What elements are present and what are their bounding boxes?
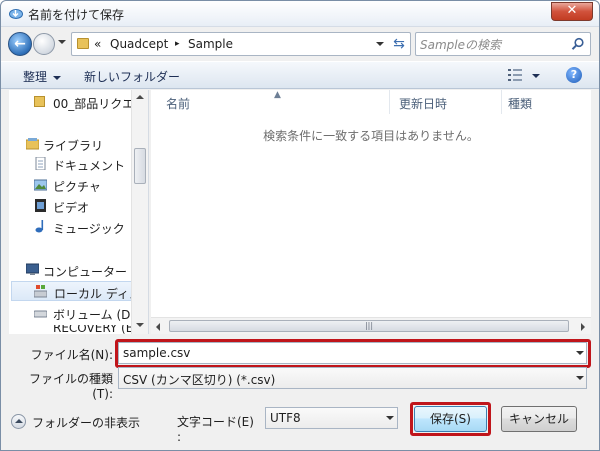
- encoding-select[interactable]: UTF8: [265, 407, 398, 429]
- column-header-name[interactable]: 名前: [166, 95, 190, 112]
- nav-item-computer[interactable]: コンピューター: [9, 260, 137, 280]
- organize-button[interactable]: 整理: [23, 68, 62, 85]
- nav-item-label: ピクチャ: [53, 180, 101, 194]
- nav-item-music[interactable]: ミュージック: [9, 217, 137, 237]
- filename-highlight: [115, 339, 591, 368]
- new-folder-button[interactable]: 新しいフォルダー: [84, 68, 180, 85]
- back-button[interactable]: ←: [8, 32, 32, 56]
- filename-label: ファイル名(N):: [30, 348, 113, 362]
- encoding-value: UTF8: [270, 411, 301, 425]
- command-bar: 整理 新しいフォルダー ?: [1, 61, 599, 89]
- filetype-label: ファイルの種類(T):: [28, 372, 113, 401]
- cancel-button[interactable]: キャンセル: [501, 406, 577, 432]
- help-icon[interactable]: ?: [566, 67, 582, 83]
- scroll-down-arrow-icon[interactable]: [136, 323, 144, 327]
- address-bar[interactable]: « Quadcept ▸ Sample ⇆: [71, 32, 411, 56]
- search-box: [415, 32, 591, 56]
- recent-locations-dropdown[interactable]: [58, 40, 66, 44]
- nav-item-videos[interactable]: ビデオ: [9, 196, 137, 216]
- encoding-label: 文字コード(E) :: [177, 415, 254, 444]
- cloud-save-icon: [9, 9, 23, 19]
- sort-ascending-icon: ▲: [274, 90, 281, 100]
- hide-folders-label: フォルダーの非表示: [32, 416, 141, 430]
- nav-item-label: 00_部品リクエスト: [53, 97, 137, 111]
- chevron-down-icon: [386, 416, 394, 420]
- nav-item-parts-request[interactable]: 00_部品リクエスト: [9, 92, 137, 112]
- address-dropdown[interactable]: [376, 42, 384, 46]
- file-list-pane[interactable]: ▲ 名前 更新日時 種類 検索条件に一致する項目はありません。 |||: [151, 90, 591, 334]
- picture-icon: [34, 179, 47, 191]
- scroll-thumb[interactable]: [134, 148, 146, 184]
- nav-item-label: ドキュメント: [53, 159, 126, 173]
- collapse-up-icon: [11, 414, 26, 429]
- scroll-left-arrow-icon[interactable]: [156, 323, 160, 331]
- search-icon[interactable]: [571, 37, 585, 51]
- nav-item-pictures[interactable]: ピクチャ: [9, 175, 137, 195]
- column-divider[interactable]: [389, 90, 390, 114]
- filetype-value: CSV (カンマ区切り) (*.csv): [123, 373, 276, 387]
- window-title: 名前を付けて保存: [28, 8, 125, 22]
- nav-item-recovery-e[interactable]: RECOVERY (E:): [9, 325, 137, 334]
- nav-item-label: ビデオ: [53, 201, 90, 215]
- nav-item-label: ボリューム (D:): [53, 308, 137, 322]
- scroll-thumb[interactable]: |||: [169, 320, 569, 332]
- forward-button[interactable]: [33, 33, 55, 55]
- title-bar: 名前を付けて保存 ✕: [1, 1, 599, 27]
- nav-item-documents[interactable]: ドキュメント: [9, 154, 137, 174]
- scroll-right-arrow-icon[interactable]: [581, 323, 585, 331]
- nav-item-label: ライブラリ: [43, 139, 104, 153]
- nav-item-libraries[interactable]: ライブラリ: [9, 134, 137, 154]
- search-input[interactable]: [420, 36, 568, 53]
- local-disk-icon: [34, 285, 47, 298]
- document-icon: [35, 157, 46, 170]
- nav-item-volume-d[interactable]: ボリューム (D:): [9, 303, 137, 323]
- nav-pane-scrollbar[interactable]: [131, 90, 148, 334]
- address-row: ← « Quadcept ▸ Sample ⇆: [1, 28, 599, 60]
- computer-icon: [26, 263, 39, 275]
- breadcrumb-separator: ▸: [175, 39, 180, 49]
- empty-list-message: 検索条件に一致する項目はありません。: [263, 129, 479, 143]
- nav-item-local-disk[interactable]: ローカル ディスク: [11, 281, 139, 301]
- volume-icon: [34, 310, 47, 318]
- refresh-icon[interactable]: ⇆: [390, 36, 408, 52]
- nav-item-label: RECOVERY (E:): [53, 325, 137, 334]
- library-icon: [26, 138, 39, 150]
- column-header-type[interactable]: 種類: [508, 95, 532, 112]
- horizontal-scrollbar[interactable]: |||: [151, 317, 591, 334]
- navigation-pane: 00_部品リクエスト ライブラリ ドキュメント ピクチャ ビデオ ミュージック …: [9, 90, 149, 334]
- chevron-down-icon: [53, 75, 62, 80]
- breadcrumb-quadcept[interactable]: Quadcept: [110, 37, 168, 51]
- save-button-highlight: [410, 402, 491, 436]
- folder-icon: [77, 38, 89, 49]
- save-as-dialog: 名前を付けて保存 ✕ ← « Quadcept ▸ Sample ⇆ 整理 新し…: [0, 0, 600, 451]
- view-options-icon[interactable]: [508, 69, 522, 81]
- chevron-down-icon: [576, 376, 584, 380]
- view-dropdown-icon[interactable]: [532, 74, 540, 78]
- video-icon: [35, 199, 46, 212]
- scroll-up-arrow-icon[interactable]: [136, 95, 144, 99]
- address-overflow[interactable]: «: [94, 37, 101, 51]
- breadcrumb-sample[interactable]: Sample: [188, 37, 233, 51]
- nav-item-label: コンピューター: [43, 265, 128, 279]
- filetype-select[interactable]: CSV (カンマ区切り) (*.csv): [118, 367, 587, 389]
- column-divider[interactable]: [501, 90, 502, 114]
- nav-item-label: ミュージック: [53, 222, 125, 236]
- nav-item-label: ローカル ディスク: [54, 287, 138, 301]
- music-icon: [35, 220, 44, 233]
- folder-icon: [34, 96, 45, 107]
- column-header-modified[interactable]: 更新日時: [399, 95, 447, 112]
- close-button[interactable]: ✕: [551, 2, 593, 21]
- organize-label: 整理: [23, 70, 48, 84]
